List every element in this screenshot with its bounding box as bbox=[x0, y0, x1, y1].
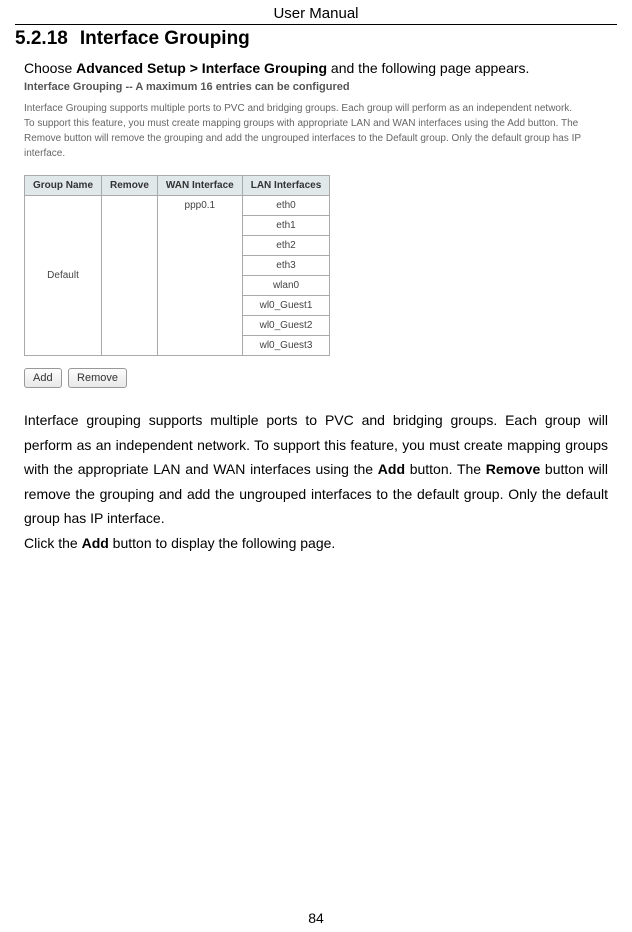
lan-cell: eth0 bbox=[242, 196, 330, 216]
interface-table: Group Name Remove WAN Interface LAN Inte… bbox=[24, 175, 330, 356]
remove-button[interactable]: Remove bbox=[68, 368, 127, 388]
col-remove: Remove bbox=[102, 176, 158, 196]
page-number: 84 bbox=[0, 910, 632, 926]
body-text-span: Click the bbox=[24, 535, 82, 551]
group-name-cell: Default bbox=[25, 196, 102, 356]
body-text-span: button to display the following page. bbox=[109, 535, 336, 551]
section-number: 5.2.18 bbox=[15, 28, 68, 49]
lan-cell: eth1 bbox=[242, 216, 330, 236]
bold-add: Add bbox=[82, 535, 109, 551]
remove-cell bbox=[102, 196, 158, 356]
lan-cell: wl0_Guest3 bbox=[242, 336, 330, 356]
intro-suffix: and the following page appears. bbox=[327, 60, 529, 76]
screenshot-title: Interface Grouping -- A maximum 16 entri… bbox=[24, 79, 584, 95]
section-heading: 5.2.18 Interface Grouping bbox=[0, 25, 632, 50]
config-screenshot: Interface Grouping -- A maximum 16 entri… bbox=[24, 79, 584, 388]
add-button[interactable]: Add bbox=[24, 368, 62, 388]
section-title: Interface Grouping bbox=[80, 28, 250, 49]
table-header-row: Group Name Remove WAN Interface LAN Inte… bbox=[25, 176, 330, 196]
col-group-name: Group Name bbox=[25, 176, 102, 196]
page-header: User Manual bbox=[15, 0, 617, 25]
intro-breadcrumb: Advanced Setup > Interface Grouping bbox=[76, 60, 327, 76]
bold-add: Add bbox=[378, 461, 405, 477]
body-paragraphs: Interface grouping supports multiple por… bbox=[0, 388, 632, 555]
bold-remove: Remove bbox=[486, 461, 540, 477]
lan-cell: wlan0 bbox=[242, 276, 330, 296]
lan-cell: eth2 bbox=[242, 236, 330, 256]
table-row: Default ppp0.1 eth0 bbox=[25, 196, 330, 216]
intro-text: Choose Advanced Setup > Interface Groupi… bbox=[0, 50, 632, 79]
screenshot-description: Interface Grouping supports multiple por… bbox=[24, 95, 584, 175]
lan-cell: wl0_Guest1 bbox=[242, 296, 330, 316]
wan-cell: ppp0.1 bbox=[157, 196, 242, 356]
lan-cell: wl0_Guest2 bbox=[242, 316, 330, 336]
intro-prefix: Choose bbox=[24, 60, 76, 76]
col-lan: LAN Interfaces bbox=[242, 176, 330, 196]
body-text-span: button. The bbox=[405, 461, 486, 477]
button-row: Add Remove bbox=[24, 368, 584, 388]
col-wan: WAN Interface bbox=[157, 176, 242, 196]
lan-cell: eth3 bbox=[242, 256, 330, 276]
